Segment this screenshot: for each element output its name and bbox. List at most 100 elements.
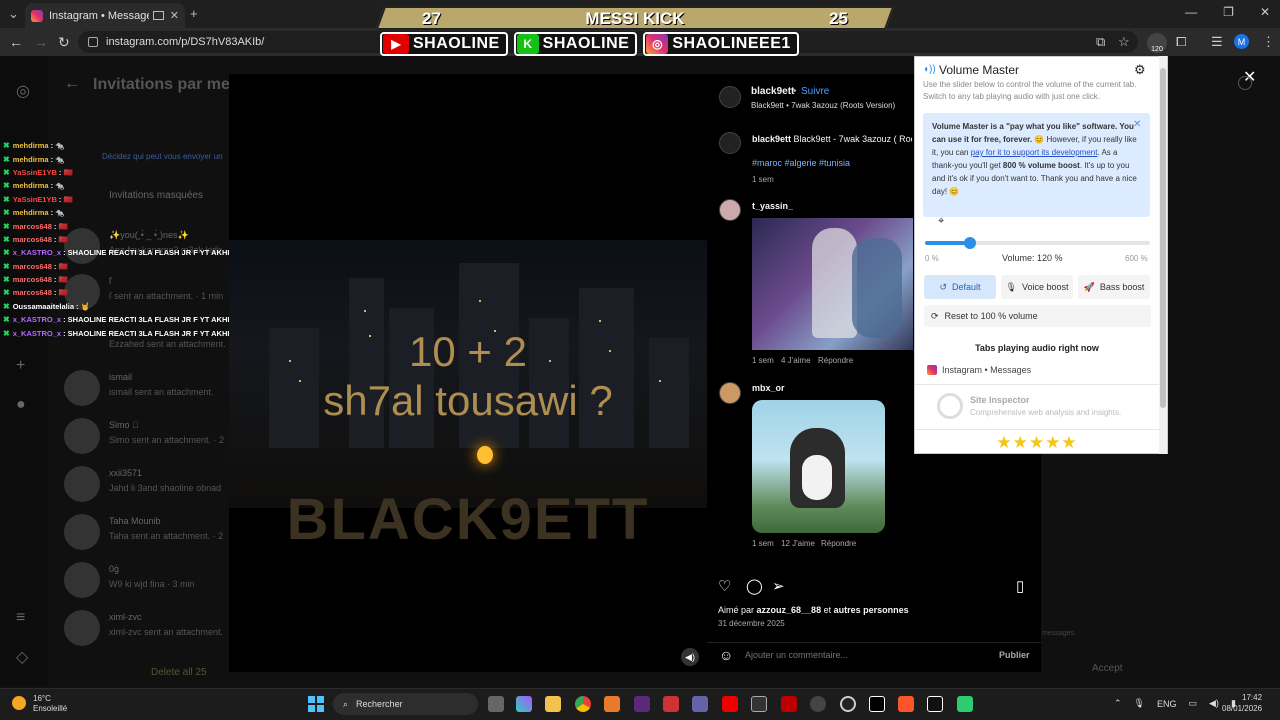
task-view-icon[interactable] — [488, 696, 504, 712]
share-icon[interactable]: ➢ — [772, 577, 785, 595]
app-round-icon[interactable] — [810, 696, 826, 712]
emoji-icon[interactable]: ☺ — [719, 647, 733, 663]
obs-icon[interactable] — [840, 696, 856, 712]
back-icon[interactable]: ← — [9, 34, 23, 50]
profile-avatar[interactable]: M — [1234, 34, 1249, 49]
minimize-icon[interactable]: — — [1185, 5, 1197, 19]
gear-icon[interactable]: ⚙ — [1134, 62, 1146, 78]
conversation-item[interactable]: ximl-zvc ximl-zvc sent an attachment. — [64, 608, 234, 648]
instagram-logo-icon[interactable]: ◎ — [16, 81, 30, 101]
comment-likes[interactable]: 4 J'aime — [781, 356, 811, 365]
comment-user[interactable]: mbx_or — [752, 383, 785, 393]
site-inspector-title[interactable]: Site Inspector — [970, 395, 1030, 405]
meta-icon[interactable]: ◇ — [16, 647, 28, 667]
bass-boost-button[interactable]: 🚀 Bass boost — [1078, 275, 1150, 299]
sun-icon[interactable] — [12, 696, 26, 710]
browser-menu-icon[interactable]: ⋮ — [1262, 34, 1275, 50]
comment-likes[interactable]: 12 J'aime — [781, 539, 815, 548]
app-shield-icon[interactable] — [663, 696, 679, 712]
chrome-icon[interactable] — [575, 696, 591, 712]
conversation-item[interactable]: Taha Mounib Taha sent an attachment. · 2 — [64, 512, 234, 552]
youtube-taskbar-icon[interactable] — [722, 696, 738, 712]
conversation-item[interactable]: 0ģ W9 ki wjd fina · 3 min — [64, 560, 234, 600]
tiktok-icon[interactable] — [927, 696, 943, 712]
xm-app-icon[interactable] — [869, 696, 885, 712]
commenter-avatar[interactable] — [719, 382, 741, 404]
commenter-avatar[interactable] — [719, 199, 741, 221]
conversation-item[interactable]: xxii3571 Jahd li 3and shaoline obnad — [64, 464, 234, 504]
accept-button[interactable]: Accept — [1092, 663, 1123, 674]
maximize-icon[interactable]: ❐ — [1223, 5, 1234, 19]
profile-icon[interactable]: ● — [16, 396, 26, 414]
publish-button[interactable]: Publier — [999, 650, 1030, 660]
follow-button[interactable]: Suivre — [801, 86, 829, 97]
like-heart-icon[interactable]: ♡ — [718, 577, 731, 595]
reload-icon[interactable]: ↻ — [58, 34, 70, 51]
comment-icon[interactable]: ◯ — [746, 577, 763, 595]
account-avatar[interactable] — [719, 86, 741, 108]
new-tab-icon[interactable]: + — [190, 6, 198, 21]
rating-stars[interactable]: ★★★★★ — [915, 433, 1159, 453]
teams-icon[interactable] — [692, 696, 708, 712]
conversation-item[interactable]: ismail ismail sent an attachment. — [64, 368, 234, 408]
create-icon[interactable]: + — [16, 357, 25, 375]
site-info-icon[interactable] — [88, 37, 98, 47]
reading-list-icon[interactable]: ☰ — [1211, 34, 1223, 50]
netflix-icon[interactable] — [781, 696, 797, 712]
install-app-icon[interactable]: ⧉ — [1096, 34, 1105, 50]
caption-user[interactable]: black9ett — [752, 134, 791, 144]
browser-tab[interactable]: Instagram • Messages ✕ — [25, 3, 185, 28]
caption-avatar[interactable] — [719, 132, 741, 154]
bookmark-star-icon[interactable]: ☆ — [1118, 34, 1130, 50]
post-song[interactable]: Black9ett • 7wak 3azouz (Roots Version) — [751, 101, 895, 110]
options-circle-icon[interactable] — [1238, 76, 1252, 90]
liked-by-user[interactable]: azzouz_68__88 — [757, 605, 822, 615]
language-indicator[interactable]: ENG — [1157, 699, 1177, 709]
delete-all-button[interactable]: Delete all 25 — [151, 667, 207, 678]
extensions-icon[interactable]: ⧠ — [1176, 34, 1186, 50]
microphone-tray-icon[interactable]: 🎙 — [1134, 698, 1145, 709]
post-account[interactable]: black9ett — [751, 86, 794, 97]
volume-slider-knob[interactable] — [964, 237, 976, 249]
close-note-icon[interactable]: ✕ — [1133, 119, 1141, 130]
liked-by-others[interactable]: autres personnes — [834, 605, 909, 615]
popup-scrollbar[interactable] — [1159, 56, 1167, 454]
speaker-icon[interactable]: ◀) — [1209, 698, 1219, 709]
mute-icon[interactable]: ◀) — [681, 648, 699, 666]
save-bookmark-icon[interactable]: ▯ — [1016, 577, 1024, 595]
close-tab-icon[interactable]: ✕ — [170, 9, 179, 22]
back-arrow-icon[interactable]: ← — [64, 75, 80, 93]
reply-button[interactable]: Répondre — [821, 539, 856, 548]
comment-image-dance[interactable] — [752, 218, 913, 350]
comment-image-husky[interactable] — [752, 400, 885, 533]
app-green-icon[interactable] — [957, 696, 973, 712]
tab-media-icon[interactable] — [152, 11, 164, 20]
default-preset-button[interactable]: ↺ Default — [924, 275, 996, 299]
app-purple-icon[interactable] — [634, 696, 650, 712]
file-explorer-icon[interactable] — [545, 696, 561, 712]
weather-widget[interactable]: 16°C Ensoleillé — [33, 694, 67, 714]
copilot-icon[interactable] — [516, 696, 532, 712]
audio-tab-item[interactable]: Instagram • Messages — [927, 365, 1031, 375]
fn-app-icon[interactable] — [751, 696, 767, 712]
forward-icon[interactable]: → — [34, 34, 48, 50]
scrollbar-thumb[interactable] — [1160, 68, 1166, 408]
taskbar-clock[interactable]: 17:42 08/01/2026 — [1222, 692, 1262, 714]
reset-volume-button[interactable]: ⟳ Reset to 100 % volume — [924, 305, 1151, 327]
pay-link[interactable]: pay for it to support its development — [971, 148, 1098, 157]
taskbar-search[interactable]: ⌕ Rechercher — [333, 693, 478, 715]
hashtags[interactable]: #maroc #algerie #tunisia — [752, 158, 850, 168]
post-media[interactable]: 10 + 2 sh7al tousawi ? BLACK9ETT ◀) — [229, 74, 707, 672]
conversation-item[interactable]: Simo 🏻 Simo sent an attachment. · 2 — [64, 416, 234, 456]
tab-list-icon[interactable]: ⌄ — [8, 6, 19, 22]
app-a-icon[interactable] — [604, 696, 620, 712]
voice-boost-button[interactable]: 🎙 Voice boost — [1001, 275, 1073, 299]
comment-input[interactable] — [745, 650, 985, 660]
tray-expand-icon[interactable]: ⌃ — [1114, 698, 1122, 709]
comment-user[interactable]: t_yassin_ — [752, 201, 793, 211]
reply-button[interactable]: Répondre — [818, 356, 853, 365]
menu-icon[interactable]: ≡ — [16, 609, 25, 627]
brave-icon[interactable] — [898, 696, 914, 712]
close-window-icon[interactable]: ✕ — [1260, 5, 1270, 19]
windows-start-icon[interactable] — [308, 696, 324, 712]
